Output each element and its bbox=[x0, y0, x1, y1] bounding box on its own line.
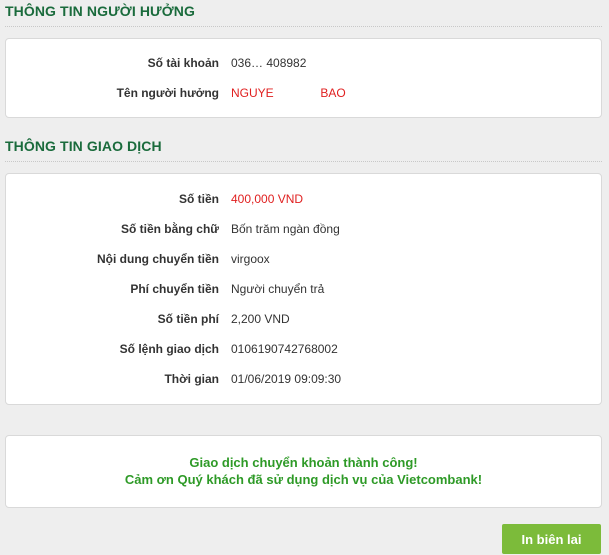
transaction-id-label: Số lệnh giao dịch bbox=[119, 342, 219, 356]
beneficiary-name-row: Tên người hưởng NGUYE BAO bbox=[6, 83, 601, 103]
time-label: Thời gian bbox=[164, 372, 219, 386]
section-divider bbox=[5, 161, 602, 162]
account-label: Số tài khoản bbox=[147, 56, 219, 70]
beneficiary-name-value: NGUYE BAO bbox=[231, 86, 346, 100]
fee-amount-value: 2,200 VND bbox=[231, 312, 290, 326]
amount-label: Số tiền bbox=[178, 192, 219, 206]
thank-you-message: Cảm ơn Quý khách đã sử dụng dịch vụ của … bbox=[124, 472, 483, 487]
transfer-fee-label: Phí chuyển tiền bbox=[130, 282, 219, 296]
transaction-panel: Số tiền 400,000 VND Số tiền bằng chữ Bốn… bbox=[5, 173, 602, 405]
time-value: 01/06/2019 09:09:30 bbox=[231, 372, 342, 386]
transaction-id-row: Số lệnh giao dịch 0106190742768002 bbox=[6, 339, 601, 359]
beneficiary-section-title: THÔNG TIN NGƯỜI HƯỞNG bbox=[5, 3, 195, 19]
transfer-fee-value: Người chuyển trả bbox=[231, 282, 325, 296]
beneficiary-name-label: Tên người hưởng bbox=[116, 86, 219, 100]
success-message: Giao dịch chuyển khoản thành công! bbox=[189, 455, 418, 470]
beneficiary-panel: Số tài khoản 036… 408982 Tên người hưởng… bbox=[5, 38, 602, 118]
transfer-content-value: virgoox bbox=[231, 252, 270, 266]
transaction-section-title: THÔNG TIN GIAO DỊCH bbox=[5, 138, 162, 154]
transfer-content-label: Nội dung chuyển tiền bbox=[97, 252, 219, 266]
amount-words-row: Số tiền bằng chữ Bốn trăm ngàn đồng bbox=[6, 219, 601, 239]
amount-row: Số tiền 400,000 VND bbox=[6, 189, 601, 209]
amount-value: 400,000 VND bbox=[231, 192, 304, 206]
transaction-id-value: 0106190742768002 bbox=[231, 342, 338, 356]
account-value: 036… 408982 bbox=[231, 56, 307, 70]
account-row: Số tài khoản 036… 408982 bbox=[6, 53, 601, 73]
transfer-content-row: Nội dung chuyển tiền virgoox bbox=[6, 249, 601, 269]
section-divider bbox=[5, 26, 602, 27]
success-notice: Giao dịch chuyển khoản thành công! Cảm ơ… bbox=[5, 435, 602, 508]
fee-amount-row: Số tiền phí 2,200 VND bbox=[6, 309, 601, 329]
fee-amount-label: Số tiền phí bbox=[157, 312, 219, 326]
amount-words-value: Bốn trăm ngàn đồng bbox=[231, 222, 340, 236]
time-row: Thời gian 01/06/2019 09:09:30 bbox=[6, 369, 601, 389]
amount-words-label: Số tiền bằng chữ bbox=[120, 222, 219, 236]
transfer-fee-row: Phí chuyển tiền Người chuyển trả bbox=[6, 279, 601, 299]
